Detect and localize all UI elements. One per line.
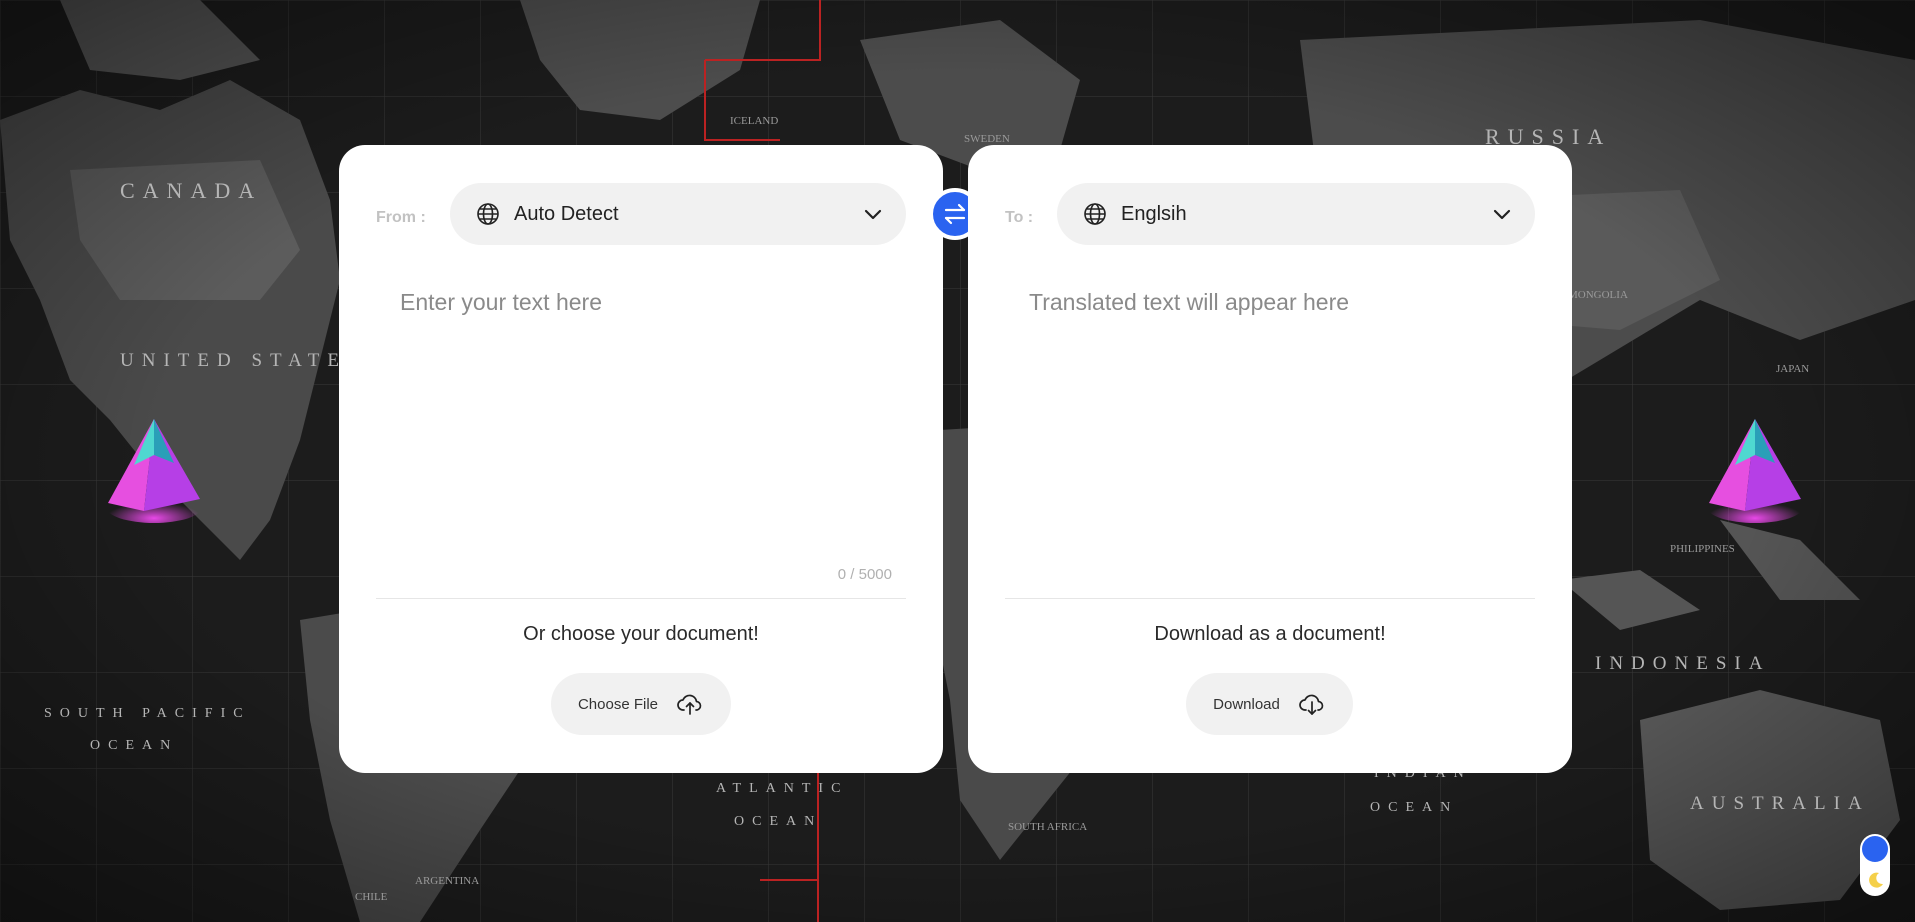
target-language-row: To : Englsih bbox=[1005, 183, 1535, 245]
translated-text-output: Translated text will appear here bbox=[1029, 289, 1350, 315]
map-label: JAPAN bbox=[1776, 363, 1809, 375]
map-label: ARGENTINA bbox=[415, 875, 479, 887]
map-label: OCEAN bbox=[734, 814, 822, 829]
source-language-value: Auto Detect bbox=[514, 202, 619, 225]
to-label: To : bbox=[1005, 209, 1034, 226]
download-document-caption: Download as a document! bbox=[1154, 623, 1386, 645]
globe-icon bbox=[476, 202, 500, 226]
target-panel: To : Englsih Translated text will appear… bbox=[968, 145, 1572, 773]
moon-icon bbox=[1869, 872, 1883, 888]
source-language-row: From : Auto Detect bbox=[376, 183, 906, 245]
swap-icon bbox=[941, 200, 969, 228]
world-map-background: CANADA UNITED STATES RUSSIA AUSTRALIA IN… bbox=[0, 0, 1915, 922]
cloud-upload-icon bbox=[676, 690, 704, 718]
source-language-select[interactable]: Auto Detect bbox=[450, 183, 906, 245]
map-label: OCEAN bbox=[1370, 800, 1458, 815]
map-label: OCEAN bbox=[90, 738, 178, 753]
map-label: SOUTH PACIFIC bbox=[44, 706, 251, 721]
source-panel: From : Auto Detect Enter your text here … bbox=[339, 145, 943, 773]
globe-icon bbox=[1083, 202, 1107, 226]
map-label: SOUTH AFRICA bbox=[1008, 821, 1087, 833]
map-label: CHILE bbox=[355, 891, 388, 903]
map-label: CANADA bbox=[120, 178, 262, 203]
download-label: Download bbox=[1213, 695, 1280, 713]
choose-document-caption: Or choose your document! bbox=[523, 623, 759, 645]
theme-toggle[interactable] bbox=[1860, 834, 1890, 896]
pyramid-decoration bbox=[1707, 419, 1803, 523]
cloud-download-icon bbox=[1298, 690, 1326, 718]
map-label: ATLANTIC bbox=[716, 781, 848, 796]
chevron-down-icon bbox=[1491, 203, 1513, 225]
map-label: INDONESIA bbox=[1595, 653, 1770, 674]
map-label: MONGOLIA bbox=[1568, 289, 1628, 301]
map-label: AUSTRALIA bbox=[1690, 793, 1870, 814]
target-language-select[interactable]: Englsih bbox=[1057, 183, 1535, 245]
pyramid-decoration bbox=[106, 419, 202, 523]
chevron-down-icon bbox=[862, 203, 884, 225]
choose-file-label: Choose File bbox=[577, 695, 659, 713]
map-label: PHILIPPINES bbox=[1670, 543, 1735, 555]
map-label: SWEDEN bbox=[964, 133, 1010, 145]
source-text-input[interactable] bbox=[376, 285, 906, 575]
from-label: From : bbox=[376, 209, 426, 226]
map-label: UNITED STATES bbox=[120, 350, 366, 371]
choose-file-button[interactable]: Choose File bbox=[551, 673, 731, 735]
map-label: ICELAND bbox=[730, 115, 778, 127]
app-root: CANADA UNITED STATES RUSSIA AUSTRALIA IN… bbox=[0, 0, 1915, 922]
character-count: 0 / 5000 bbox=[837, 566, 892, 583]
divider bbox=[1005, 598, 1535, 599]
download-button[interactable]: Download bbox=[1186, 673, 1353, 735]
divider bbox=[376, 598, 906, 599]
target-language-value: Englsih bbox=[1121, 202, 1187, 225]
toggle-knob bbox=[1862, 836, 1888, 862]
